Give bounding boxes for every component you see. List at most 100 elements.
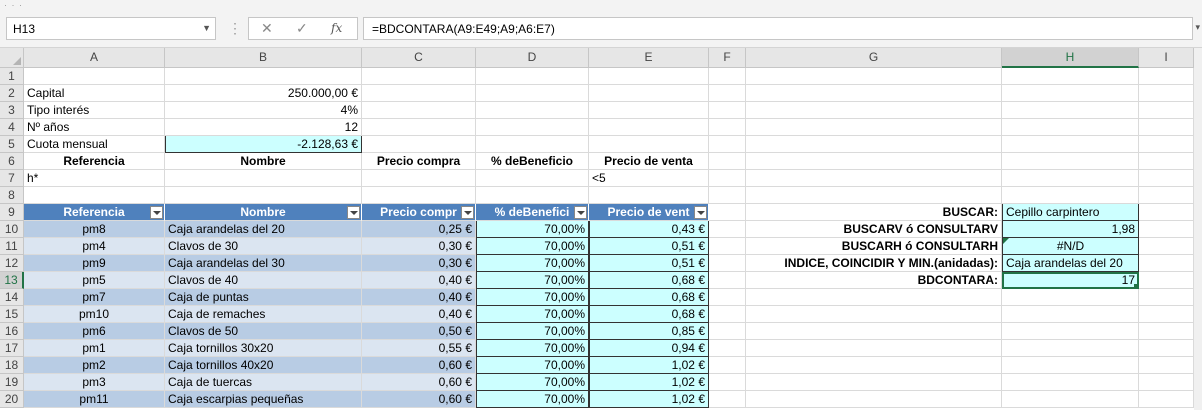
cell[interactable] [589,136,709,153]
cell[interactable] [1002,153,1139,170]
criteria-header[interactable]: Referencia [24,153,165,170]
cell[interactable] [746,170,1002,187]
filter-dropdown-icon[interactable] [694,206,707,219]
table-cell[interactable]: 70,00% [476,221,589,238]
chevron-down-icon[interactable]: ▼ [202,23,211,33]
cell[interactable] [1139,221,1194,238]
vertical-scrollbar[interactable] [1194,48,1202,410]
cell[interactable] [589,85,709,102]
table-cell[interactable]: pm7 [24,289,165,306]
cell[interactable] [1139,357,1194,374]
table-cell[interactable]: Caja de tuercas [165,374,362,391]
cell[interactable] [746,374,1002,391]
table-cell[interactable]: 0,68 € [589,306,709,323]
table-cell[interactable]: 0,68 € [589,272,709,289]
table-header[interactable]: Precio compr [362,204,476,221]
table-cell[interactable]: 1,02 € [589,391,709,408]
more-options-icon[interactable]: ⋮ [228,20,242,37]
cell[interactable] [1139,238,1194,255]
lookup-label[interactable]: BUSCARH ó CONSULTARH [746,238,1002,255]
table-cell[interactable]: 70,00% [476,289,589,306]
row-header-7[interactable]: 7 [0,170,24,187]
cell[interactable] [24,187,165,204]
table-cell[interactable]: pm2 [24,357,165,374]
table-cell[interactable]: 70,00% [476,306,589,323]
cell[interactable] [709,204,746,221]
years-label[interactable]: Nº años [24,119,165,136]
lookup-label[interactable]: BDCONTARA: [746,272,1002,289]
table-cell[interactable]: 70,00% [476,272,589,289]
cell[interactable] [1002,102,1139,119]
table-cell[interactable]: 1,02 € [589,374,709,391]
table-cell[interactable]: Caja arandelas del 20 [165,221,362,238]
table-cell[interactable]: 0,85 € [589,323,709,340]
table-cell[interactable]: 0,25 € [362,221,476,238]
table-cell[interactable]: 70,00% [476,255,589,272]
cell[interactable] [1139,187,1194,204]
cell[interactable] [746,187,1002,204]
table-header[interactable]: % deBenefici [476,204,589,221]
cell[interactable] [1002,323,1139,340]
cell[interactable] [1139,391,1194,408]
cell[interactable] [1139,340,1194,357]
cell[interactable] [1002,374,1139,391]
table-cell[interactable]: Caja tornillos 40x20 [165,357,362,374]
payment-value[interactable]: -2.128,63 € [165,136,362,153]
enter-icon[interactable]: ✓ [296,20,308,37]
table-cell[interactable]: 70,00% [476,340,589,357]
cell[interactable] [362,85,476,102]
spreadsheet-grid[interactable]: A B C D E F G H I 1 2 3 4 5 6 7 8 9 10 11 12 13 14 15 16 17 18 19 20… [0,48,1202,410]
cell[interactable] [709,255,746,272]
row-header-6[interactable]: 6 [0,153,24,170]
row-header-19[interactable]: 19 [0,374,24,391]
row-header-20[interactable]: 20 [0,391,24,408]
cell[interactable] [165,68,362,85]
table-cell[interactable]: 1,02 € [589,357,709,374]
cell[interactable] [1139,306,1194,323]
cell[interactable] [1002,391,1139,408]
cell[interactable] [1139,136,1194,153]
table-cell[interactable]: Caja de remaches [165,306,362,323]
cell[interactable] [1002,306,1139,323]
row-header-2[interactable]: 2 [0,85,24,102]
cell[interactable] [362,119,476,136]
cell[interactable] [1002,289,1139,306]
formula-input[interactable]: =BDCONTARA(A9:E49;A9;A6:E7) [363,17,1193,40]
cell[interactable] [1002,68,1139,85]
cell[interactable] [589,102,709,119]
expand-formula-bar-icon[interactable]: ▾ [1195,22,1200,33]
column-header-i[interactable]: I [1139,48,1194,68]
cell[interactable] [476,170,589,187]
criteria-value[interactable]: <5 [589,170,709,187]
cell[interactable] [362,187,476,204]
cell[interactable] [362,170,476,187]
table-cell[interactable]: 0,43 € [589,221,709,238]
cell[interactable] [1139,374,1194,391]
cell[interactable] [746,289,1002,306]
table-cell[interactable]: pm11 [24,391,165,408]
cell[interactable] [709,272,746,289]
table-cell[interactable]: 0,51 € [589,238,709,255]
error-indicator-icon[interactable] [1003,238,1009,244]
row-header-17[interactable]: 17 [0,340,24,357]
cell[interactable] [362,136,476,153]
cell[interactable] [746,357,1002,374]
cell[interactable] [476,68,589,85]
table-cell[interactable]: Caja escarpias pequeñas [165,391,362,408]
capital-value[interactable]: 250.000,00 € [165,85,362,102]
table-header[interactable]: Referencia [24,204,165,221]
table-cell[interactable]: pm6 [24,323,165,340]
lookup-value[interactable]: Cepillo carpintero [1002,204,1139,221]
cell[interactable] [1139,272,1194,289]
cell[interactable] [746,85,1002,102]
column-header-d[interactable]: D [476,48,589,68]
cell[interactable] [709,68,746,85]
capital-label[interactable]: Capital [24,85,165,102]
table-cell[interactable]: 0,60 € [362,374,476,391]
table-cell[interactable]: 0,40 € [362,306,476,323]
cell[interactable] [362,68,476,85]
cell[interactable] [476,119,589,136]
cell[interactable] [746,119,1002,136]
table-cell[interactable]: Clavos de 50 [165,323,362,340]
cell[interactable] [1139,119,1194,136]
